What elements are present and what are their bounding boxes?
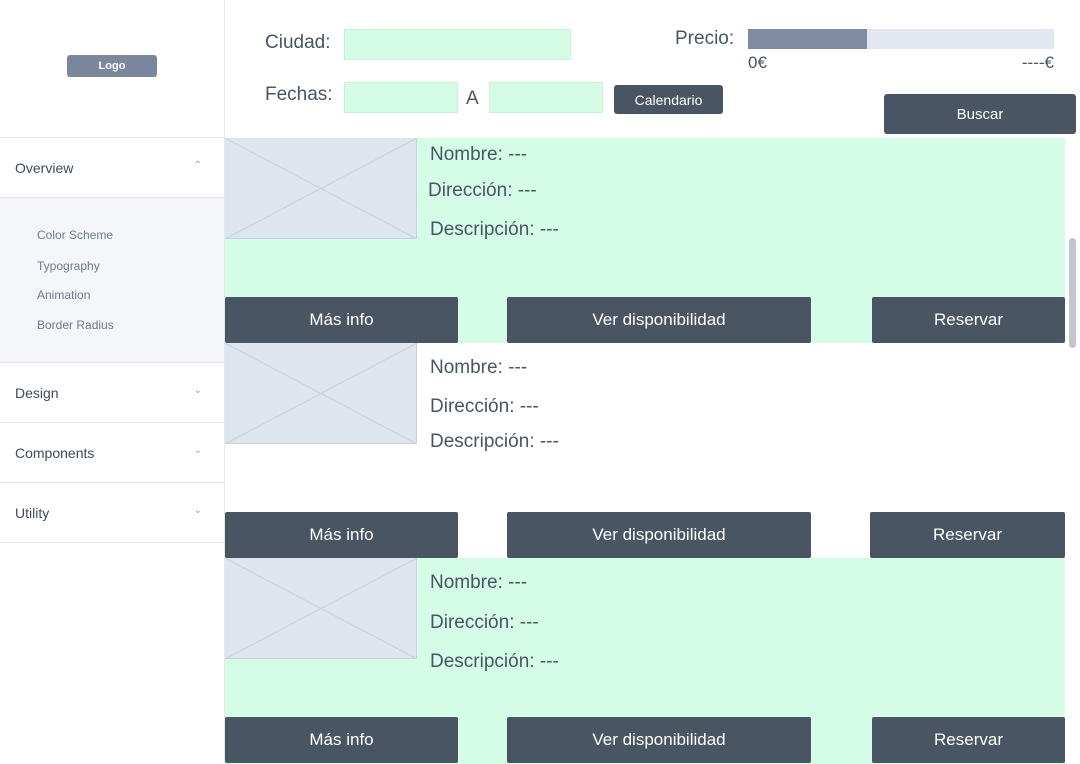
result-card: Nombre: --- Dirección: --- Descripción: …	[225, 558, 1065, 764]
chevron-down-icon: ⌄	[193, 445, 202, 456]
results-scrollbar[interactable]	[1065, 138, 1080, 764]
nav-section-utility[interactable]: Utility ⌄	[0, 483, 224, 543]
nav-item-animation[interactable]: Animation	[37, 288, 90, 302]
date-separator: A	[466, 88, 479, 109]
nav-item-color-scheme[interactable]: Color Scheme	[37, 228, 113, 242]
image-placeholder-icon	[225, 558, 417, 659]
result-card: Nombre: --- Dirección: --- Descripción: …	[225, 343, 1065, 558]
logo-area: Logo	[0, 0, 224, 138]
nav-section-overview[interactable]: Overview ⌃	[0, 138, 224, 198]
book-button[interactable]: Reservar	[870, 512, 1065, 558]
price-min-label: 0€	[748, 53, 767, 72]
logo[interactable]: Logo	[67, 55, 157, 77]
price-slider-fill	[748, 29, 868, 49]
result-description: Descripción: ---	[430, 431, 559, 452]
nav-item-typography[interactable]: Typography	[37, 259, 100, 273]
price-slider[interactable]	[748, 29, 1054, 49]
overview-submenu: Color Scheme Typography Animation Border…	[0, 198, 224, 363]
nav-item-border-radius[interactable]: Border Radius	[37, 318, 114, 332]
result-address: Dirección: ---	[430, 612, 539, 633]
chevron-up-icon: ⌃	[193, 160, 202, 171]
nav-section-label: Utility	[15, 505, 50, 521]
price-label: Precio:	[675, 28, 735, 49]
more-info-button[interactable]: Más info	[225, 297, 458, 343]
calendar-button[interactable]: Calendario	[614, 85, 723, 114]
nav-section-label: Design	[15, 385, 59, 401]
availability-button[interactable]: Ver disponibilidad	[507, 512, 811, 558]
result-address: Dirección: ---	[428, 180, 537, 201]
city-input[interactable]	[344, 29, 571, 60]
book-button[interactable]: Reservar	[872, 717, 1065, 763]
date-from-input[interactable]	[344, 82, 458, 113]
city-label: Ciudad:	[265, 32, 331, 53]
search-button[interactable]: Buscar	[884, 94, 1076, 134]
availability-button[interactable]: Ver disponibilidad	[507, 717, 811, 763]
price-max-label: ----€	[1021, 53, 1054, 72]
nav-section-label: Components	[15, 445, 95, 461]
image-placeholder-icon	[225, 138, 417, 239]
more-info-button[interactable]: Más info	[225, 717, 458, 763]
dates-label: Fechas:	[265, 84, 333, 105]
scrollbar-thumb[interactable]	[1069, 238, 1076, 348]
result-card: Nombre: --- Dirección: --- Descripción: …	[225, 138, 1065, 343]
book-button[interactable]: Reservar	[872, 297, 1065, 343]
date-to-input[interactable]	[489, 82, 603, 113]
more-info-button[interactable]: Más info	[225, 512, 458, 558]
result-description: Descripción: ---	[430, 651, 559, 672]
chevron-down-icon: ⌄	[193, 385, 202, 396]
result-name: Nombre: ---	[430, 357, 528, 378]
result-description: Descripción: ---	[430, 219, 559, 240]
result-name: Nombre: ---	[430, 572, 528, 593]
image-placeholder-icon	[225, 343, 417, 444]
chevron-down-icon: ⌄	[193, 505, 202, 516]
nav-section-label: Overview	[15, 160, 74, 176]
nav-section-design[interactable]: Design ⌄	[0, 363, 224, 423]
result-name: Nombre: ---	[430, 144, 528, 165]
result-address: Dirección: ---	[430, 396, 539, 417]
sidebar: Logo Overview ⌃ Color Scheme Typography …	[0, 0, 225, 764]
availability-button[interactable]: Ver disponibilidad	[507, 297, 811, 343]
nav-section-components[interactable]: Components ⌄	[0, 423, 224, 483]
